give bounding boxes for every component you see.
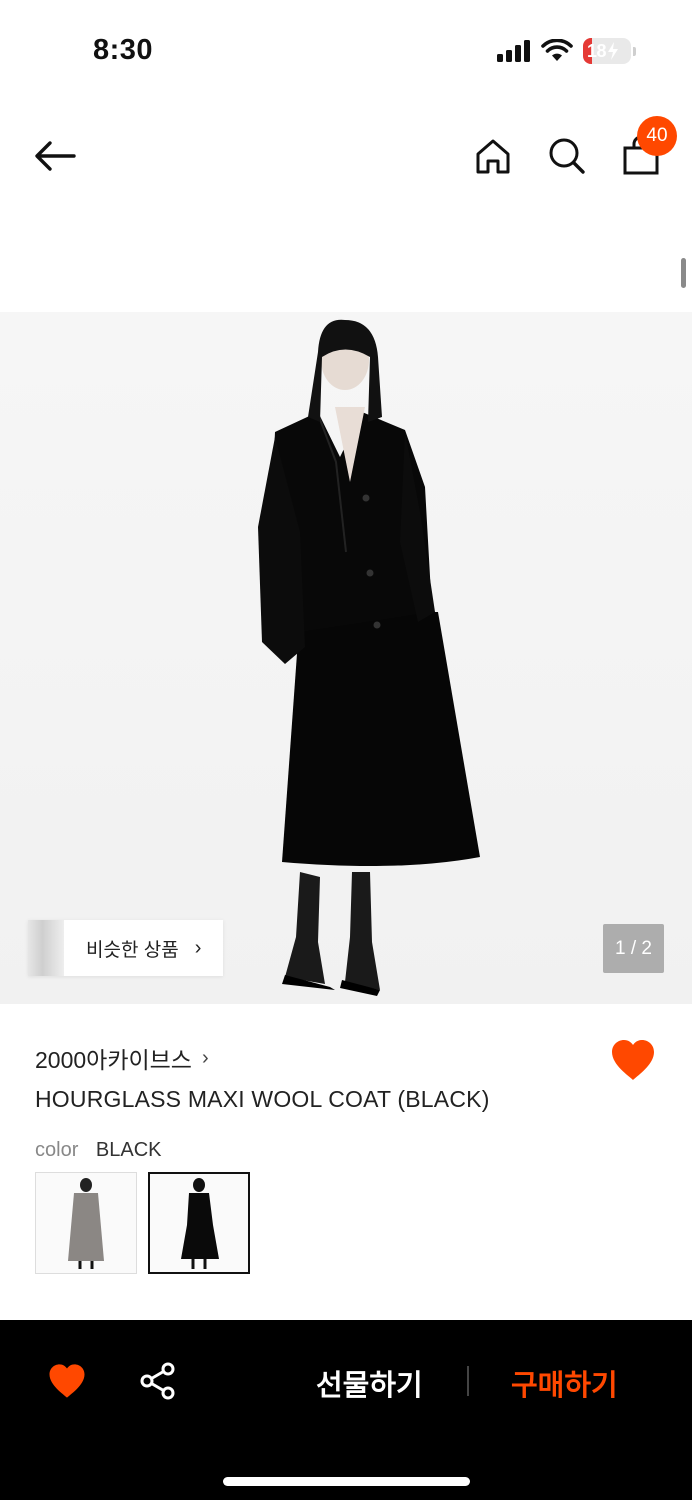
chevron-right-icon: › (201, 1046, 209, 1069)
share-icon[interactable] (139, 1362, 177, 1400)
similar-products-label: 비슷한 상품 (86, 939, 179, 961)
black-coat-thumbnail (181, 1178, 219, 1269)
status-bar: 8:30 18 (0, 0, 692, 100)
wifi-icon (541, 39, 573, 61)
status-time: 8:30 (93, 34, 154, 66)
top-header (0, 110, 692, 202)
battery-level: 18 (587, 40, 607, 61)
model-photo (258, 319, 480, 996)
home-icon[interactable] (469, 132, 517, 180)
buy-button[interactable]: 구매하기 (511, 1362, 618, 1404)
home-indicator (223, 1477, 470, 1486)
color-key: color (35, 1139, 79, 1161)
color-swatches (35, 1172, 250, 1274)
back-arrow-icon[interactable] (30, 136, 82, 176)
brand-name: 2000아카이브스 (35, 1047, 192, 1073)
brand-link[interactable]: 2000아카이브스 › (35, 1041, 209, 1075)
swatch-grey-coat[interactable] (35, 1172, 137, 1274)
grey-coat-thumbnail (68, 1178, 104, 1269)
status-icons: 18 (497, 38, 636, 64)
color-value: BLACK (95, 1139, 162, 1161)
color-selector-label: color BLACK (35, 1139, 162, 1162)
gift-button[interactable]: 선물하기 (316, 1362, 423, 1404)
scroll-indicator (681, 258, 686, 288)
cart-count-badge: 40 (637, 116, 677, 156)
image-page-indicator: 1 / 2 (603, 924, 664, 973)
product-title: HOURGLASS MAXI WOOL COAT (BLACK) (35, 1086, 490, 1112)
divider (467, 1366, 469, 1396)
product-image[interactable] (0, 312, 692, 1004)
bottom-action-bar: 선물하기 구매하기 (0, 1320, 692, 1500)
similar-products-thumbnail (28, 920, 64, 976)
swatch-black-coat[interactable] (148, 1172, 250, 1274)
cellular-signal-icon (497, 40, 530, 62)
similar-products-button[interactable]: 비슷한 상품 › (28, 920, 224, 976)
heart-like-icon[interactable] (609, 1038, 657, 1082)
heart-like-icon[interactable] (47, 1362, 87, 1400)
battery-icon: 18 (583, 38, 636, 64)
chevron-right-icon: › (194, 936, 202, 959)
search-icon[interactable] (543, 132, 591, 180)
